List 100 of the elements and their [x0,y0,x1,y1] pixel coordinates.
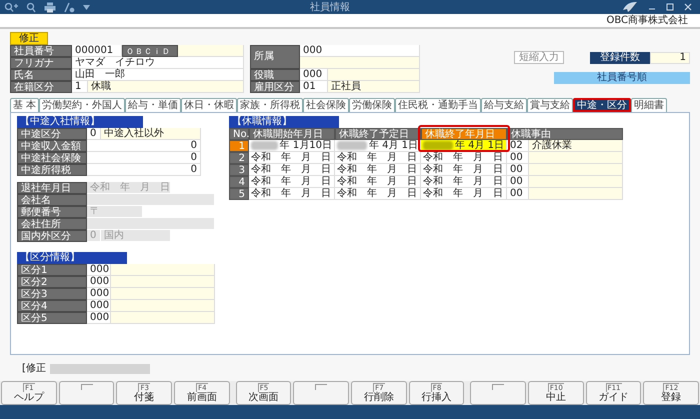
field-label: 社員番号 [10,45,72,57]
field-value: 02 [507,140,529,152]
field-value: 0 [87,128,101,140]
zoom-in-icon[interactable] [4,2,18,13]
input-field[interactable] [111,288,215,300]
column-header[interactable]: 休職開始年月日 [249,128,335,140]
tab[interactable]: 労働保険 [349,98,396,112]
input-field[interactable] [111,276,215,288]
field-label: 区分4 [17,300,87,312]
date-value: 令和 年 月 日 [251,188,331,199]
date-value: 令和 年 月 日 [337,164,417,175]
tab[interactable]: 給与・単価 [125,98,182,112]
date-value: 令和 年 月 日 [337,152,417,163]
field-value: 中途入社以外 [101,128,201,140]
tab[interactable]: 家族・所得税 [237,98,304,112]
tab[interactable]: 基 本 [10,98,40,112]
company-name: OBC商事株式会社 [606,14,688,27]
input-field[interactable] [529,164,623,176]
count-value: 1 [650,52,690,64]
input-field[interactable] [328,69,420,81]
date-value: 令和 年 月 日 [423,188,503,199]
key-cap-icon [492,384,504,390]
row-number[interactable]: 5 [229,188,249,200]
field-label: 国内外区分 [17,230,87,242]
row-number[interactable]: 3 [229,164,249,176]
pen-icon[interactable] [64,2,75,13]
field-value: 01 [300,81,328,93]
field-value: 000 [87,264,111,276]
column-header[interactable]: No. [229,128,249,140]
shortcut-button[interactable]: 短縮入力 [514,51,564,64]
input-field[interactable] [111,264,215,276]
field-label: 会社住所 [17,218,87,230]
tab[interactable]: 明細書 [631,98,668,112]
field-label: 区分2 [17,276,87,288]
date-value: 令和 年 月 日 [423,176,503,187]
field-value: 00 [507,152,529,164]
field-value: 休職 [88,81,244,93]
input-field[interactable] [178,45,244,57]
field-value: 国内 [101,230,171,242]
field-label: 氏名 [10,69,72,81]
field-value: 000 [87,276,111,288]
input-field[interactable] [529,188,623,200]
input-field[interactable] [300,57,420,69]
date-value: 令和 年 月 日 [251,164,331,175]
close-icon[interactable] [684,3,692,12]
tab[interactable]: 住民税・通勤手当 [395,98,482,112]
field-label: 区分1 [17,264,87,276]
function-key[interactable] [293,381,350,405]
input-field[interactable] [529,176,623,188]
maximize-icon[interactable] [666,3,674,12]
tab[interactable]: 労働契約・外国人 [39,98,126,112]
field-value: 00 [507,164,529,176]
field-value: 000 [300,45,420,57]
date-value: 令和 年 月 日 [423,164,503,175]
function-key[interactable] [58,381,114,405]
field-label: 中途収入金額 [17,140,87,152]
row-number[interactable]: 2 [229,152,249,164]
field-label: 会社名 [17,194,87,206]
column-header[interactable]: 休職事由 [507,128,623,140]
field-value: 00 [507,176,529,188]
input-field[interactable] [111,312,215,324]
field-label: 退社年月日 [17,182,87,194]
field-value: 1 [72,81,88,93]
field-label: 在籍区分 [10,81,72,93]
tab[interactable]: 社会保険 [303,98,350,112]
tab[interactable]: 賞与支給 [527,98,574,112]
date-value: 令和 年 月 日 [251,176,331,187]
field-label: 中途所得税 [17,164,87,176]
field-value: 00 [507,188,529,200]
field-label: 中途社会保険 [17,152,87,164]
input-field[interactable] [529,152,623,164]
mode-badge: 修正 [10,32,48,45]
field-value: 0 [87,230,101,242]
key-cap-icon [315,384,328,390]
field-value: 000001 [72,45,122,57]
field-label: 雇用区分 [250,81,300,93]
date-value: 年 1月10日 [280,140,332,151]
tab[interactable]: 給与支給 [481,98,528,112]
printer-icon[interactable] [44,2,56,13]
function-key[interactable] [470,381,526,405]
field-label: 中途区分 [17,128,87,140]
field-value: 0 [87,152,201,164]
input-field[interactable] [111,300,215,312]
field-value: 000 [300,69,328,81]
search-icon[interactable] [26,2,36,13]
field-value: 000 [87,288,111,300]
date-value: 令和 年 月 日 [423,152,503,163]
field-value: 令和 年 月 日 [87,182,171,194]
field-label: 区分5 [17,312,87,324]
date-value: 令和 年 月 日 [337,176,417,187]
tab[interactable]: 中途・区分 [573,98,632,112]
column-header[interactable]: 休職終了予定日 [335,128,421,140]
date-value: 年 4月 1日 [368,140,418,151]
row-number[interactable]: 4 [229,176,249,188]
field-value: ヤマダ イチロウ [72,57,244,69]
section-title: 【中途入社情報】 [17,116,143,128]
dropdown-icon[interactable] [83,4,90,10]
tab[interactable]: 休日・休暇 [181,98,238,112]
bird-logo-icon [622,1,638,14]
window-title: 社員情報 [310,2,350,14]
